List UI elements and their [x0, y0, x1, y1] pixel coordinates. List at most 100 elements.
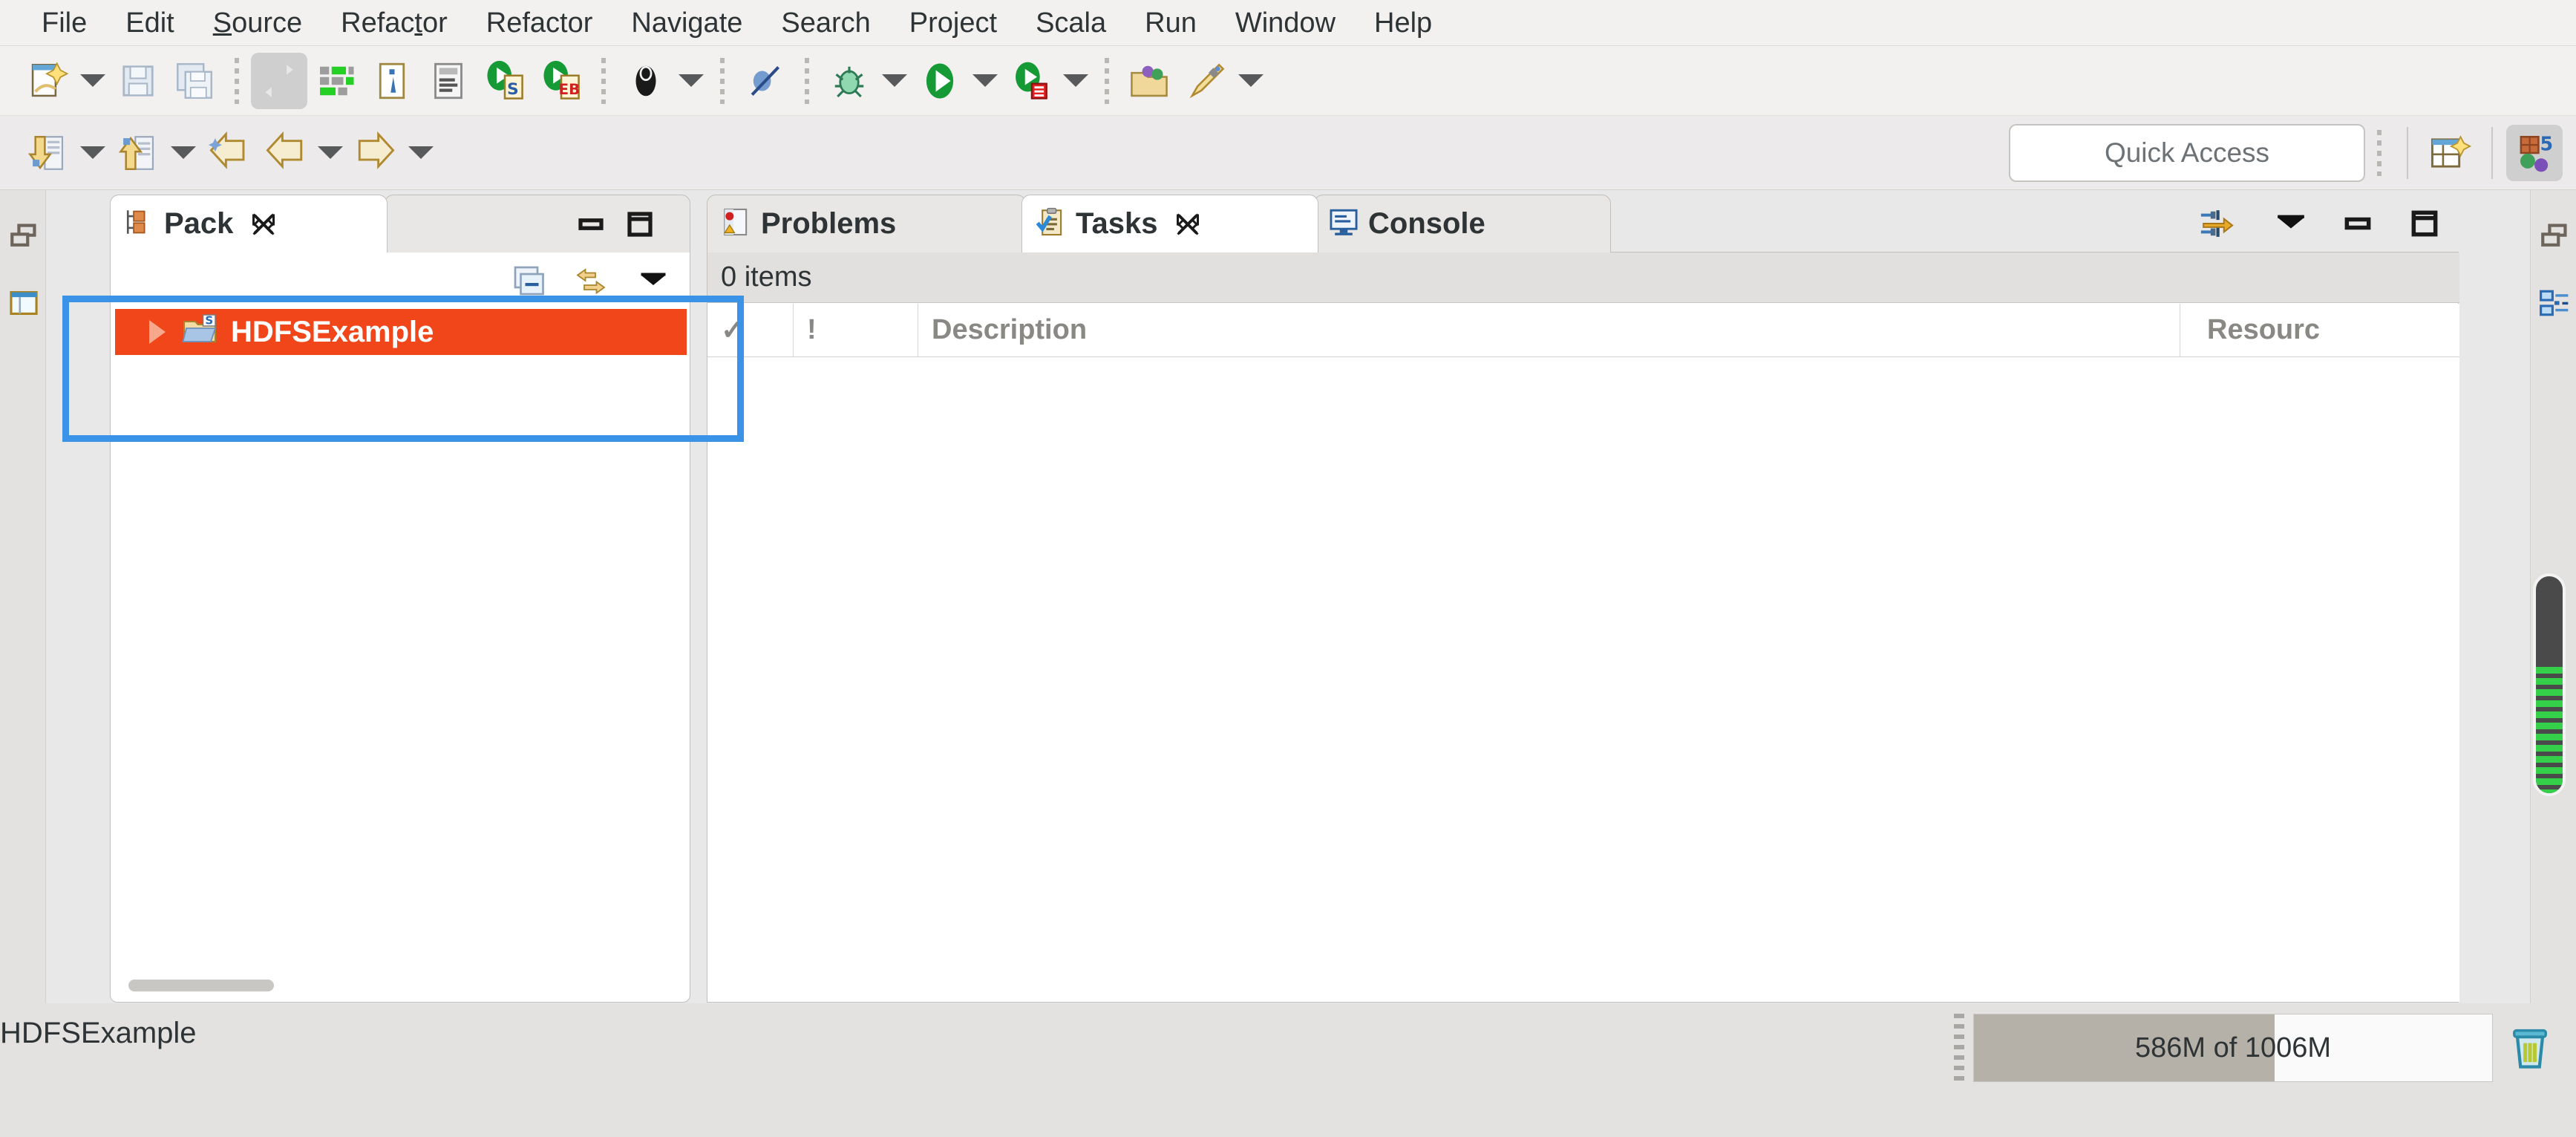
- menu-item-run[interactable]: Run: [1125, 0, 1216, 46]
- tasks-tab-row: Problems Tasks Console: [707, 195, 2459, 253]
- memory-monitor[interactable]: 586M of 1006M: [1954, 1014, 2493, 1082]
- project-tree[interactable]: S HDFSExample: [115, 309, 687, 977]
- svg-text:5: 5: [2540, 132, 2553, 154]
- next-annotation-caret[interactable]: [166, 125, 200, 181]
- new-dropdown-caret[interactable]: [76, 53, 110, 109]
- tab-label-tasks: Tasks: [1076, 207, 1158, 240]
- menu-item-help[interactable]: Help: [1355, 0, 1451, 46]
- horizontal-scrollbar[interactable]: [128, 980, 648, 991]
- menu-mnemonic-s: S: [212, 7, 232, 39]
- run-caret[interactable]: [968, 53, 1002, 109]
- tab-package-explorer[interactable]: Pack: [110, 195, 388, 253]
- toolbar-separator-solid: [2491, 126, 2493, 179]
- minimize-icon[interactable]: [2334, 200, 2382, 247]
- restore-icon[interactable]: [6, 218, 42, 254]
- restore-icon[interactable]: [2537, 218, 2572, 254]
- chevron-down-icon: [972, 74, 998, 87]
- run-scala-app-icon[interactable]: S: [477, 53, 533, 109]
- maximize-icon[interactable]: [2401, 200, 2448, 247]
- tab-tasks[interactable]: Tasks: [1021, 195, 1318, 253]
- tasks-table-body[interactable]: [707, 357, 2459, 1002]
- toggle-scala-java-icon[interactable]: [251, 52, 307, 109]
- last-edit-location-icon[interactable]: [200, 125, 257, 181]
- run-scala-test-icon[interactable]: EB: [533, 53, 589, 109]
- column-description[interactable]: Description: [918, 304, 2180, 356]
- search-caret[interactable]: [1234, 53, 1268, 109]
- menu-item-window[interactable]: Window: [1216, 0, 1355, 46]
- column-priority[interactable]: !: [794, 304, 918, 356]
- menu-item-edit[interactable]: Edit: [106, 0, 193, 46]
- menu-item-project[interactable]: Project: [890, 0, 1016, 46]
- close-icon[interactable]: [1174, 210, 1202, 238]
- menu-item-navigate[interactable]: Navigate: [612, 0, 762, 46]
- chevron-down-icon: [80, 146, 105, 159]
- toolbar-separator: [720, 57, 725, 104]
- maximize-icon[interactable]: [615, 200, 664, 249]
- console-icon: [1328, 206, 1359, 241]
- toolbar-separator: [601, 57, 606, 104]
- run-gc-icon[interactable]: [2496, 1014, 2564, 1082]
- drag-grip-icon[interactable]: [1954, 1014, 1964, 1082]
- run-icon[interactable]: [912, 53, 968, 109]
- vertical-scrollbar-thumb: [2536, 667, 2563, 793]
- skip-breakpoints-icon[interactable]: [736, 53, 793, 109]
- package-explorer-body: S HDFSExample: [110, 252, 690, 1003]
- tree-item-label: HDFSExample: [231, 315, 434, 348]
- menu-item-refactor-scala[interactable]: Refactor: [321, 0, 467, 46]
- forward-icon[interactable]: [347, 125, 404, 181]
- chevron-down-icon: [408, 146, 434, 159]
- external-tools-caret[interactable]: [1059, 53, 1093, 109]
- previous-annotation-caret[interactable]: [76, 125, 110, 181]
- menu-item-file[interactable]: File: [22, 0, 106, 46]
- status-bar: HDFSExample 586M of 1006M: [0, 1003, 2576, 1137]
- next-annotation-icon[interactable]: [110, 125, 166, 181]
- filters-icon[interactable]: [2193, 200, 2240, 247]
- back-icon[interactable]: [257, 125, 313, 181]
- column-resource[interactable]: Resourc: [2180, 304, 2459, 356]
- menu-item-refactor[interactable]: Refactor: [467, 0, 612, 46]
- minimize-icon[interactable]: [566, 200, 615, 249]
- tree-item-hdfsexample[interactable]: S HDFSExample: [115, 309, 687, 355]
- new-scala-class-icon[interactable]: [364, 53, 420, 109]
- vertical-scrollbar[interactable]: [2533, 573, 2566, 796]
- horizontal-scrollbar-thumb[interactable]: [128, 980, 274, 991]
- new-scala-object-icon[interactable]: [420, 53, 477, 109]
- tab-problems[interactable]: Problems: [707, 195, 1026, 253]
- menu-item-source[interactable]: Source: [194, 0, 321, 46]
- forward-caret[interactable]: [404, 125, 438, 181]
- open-resource-icon[interactable]: [1121, 53, 1177, 109]
- tasks-icon: [1036, 206, 1067, 241]
- memory-label: 586M of 1006M: [2134, 1032, 2332, 1063]
- menu-item-search[interactable]: Search: [762, 0, 889, 46]
- scala-perspective-icon[interactable]: 5: [2506, 124, 2563, 181]
- column-completed[interactable]: ✓: [707, 304, 794, 356]
- tab-console[interactable]: Console: [1314, 195, 1611, 253]
- package-explorer-tab-row: Pack: [110, 195, 690, 253]
- chevron-down-icon: [171, 146, 196, 159]
- status-selection-label: HDFSExample: [0, 1017, 197, 1049]
- menu-item-scala[interactable]: Scala: [1016, 0, 1125, 46]
- external-tools-icon[interactable]: [1002, 53, 1059, 109]
- view-menu-icon[interactable]: [2267, 200, 2315, 247]
- debug-icon[interactable]: [821, 53, 877, 109]
- package-explorer-icon[interactable]: [6, 285, 42, 321]
- new-wizard-icon[interactable]: [19, 53, 76, 109]
- view-menu-icon[interactable]: [630, 258, 676, 304]
- link-with-editor-icon[interactable]: [568, 258, 614, 304]
- close-icon[interactable]: [249, 210, 278, 238]
- back-caret[interactable]: [313, 125, 347, 181]
- open-perspective-icon[interactable]: [2422, 125, 2478, 181]
- tasks-column-header-row: ✓ ! Description Resourc: [707, 304, 2459, 357]
- outline-view-icon[interactable]: [2537, 285, 2572, 321]
- left-fastview-bar: [0, 190, 46, 1003]
- open-type-caret[interactable]: [674, 53, 708, 109]
- collapse-all-icon[interactable]: [506, 258, 552, 304]
- expander-arrow-icon[interactable]: [149, 320, 166, 344]
- search-icon[interactable]: [1177, 53, 1234, 109]
- svg-text:EB: EB: [558, 81, 580, 98]
- quick-access-input[interactable]: Quick Access: [2009, 123, 2365, 182]
- previous-annotation-icon[interactable]: [19, 125, 76, 181]
- debug-caret[interactable]: [877, 53, 912, 109]
- open-type-icon[interactable]: [618, 53, 674, 109]
- build-all-icon[interactable]: [307, 53, 364, 109]
